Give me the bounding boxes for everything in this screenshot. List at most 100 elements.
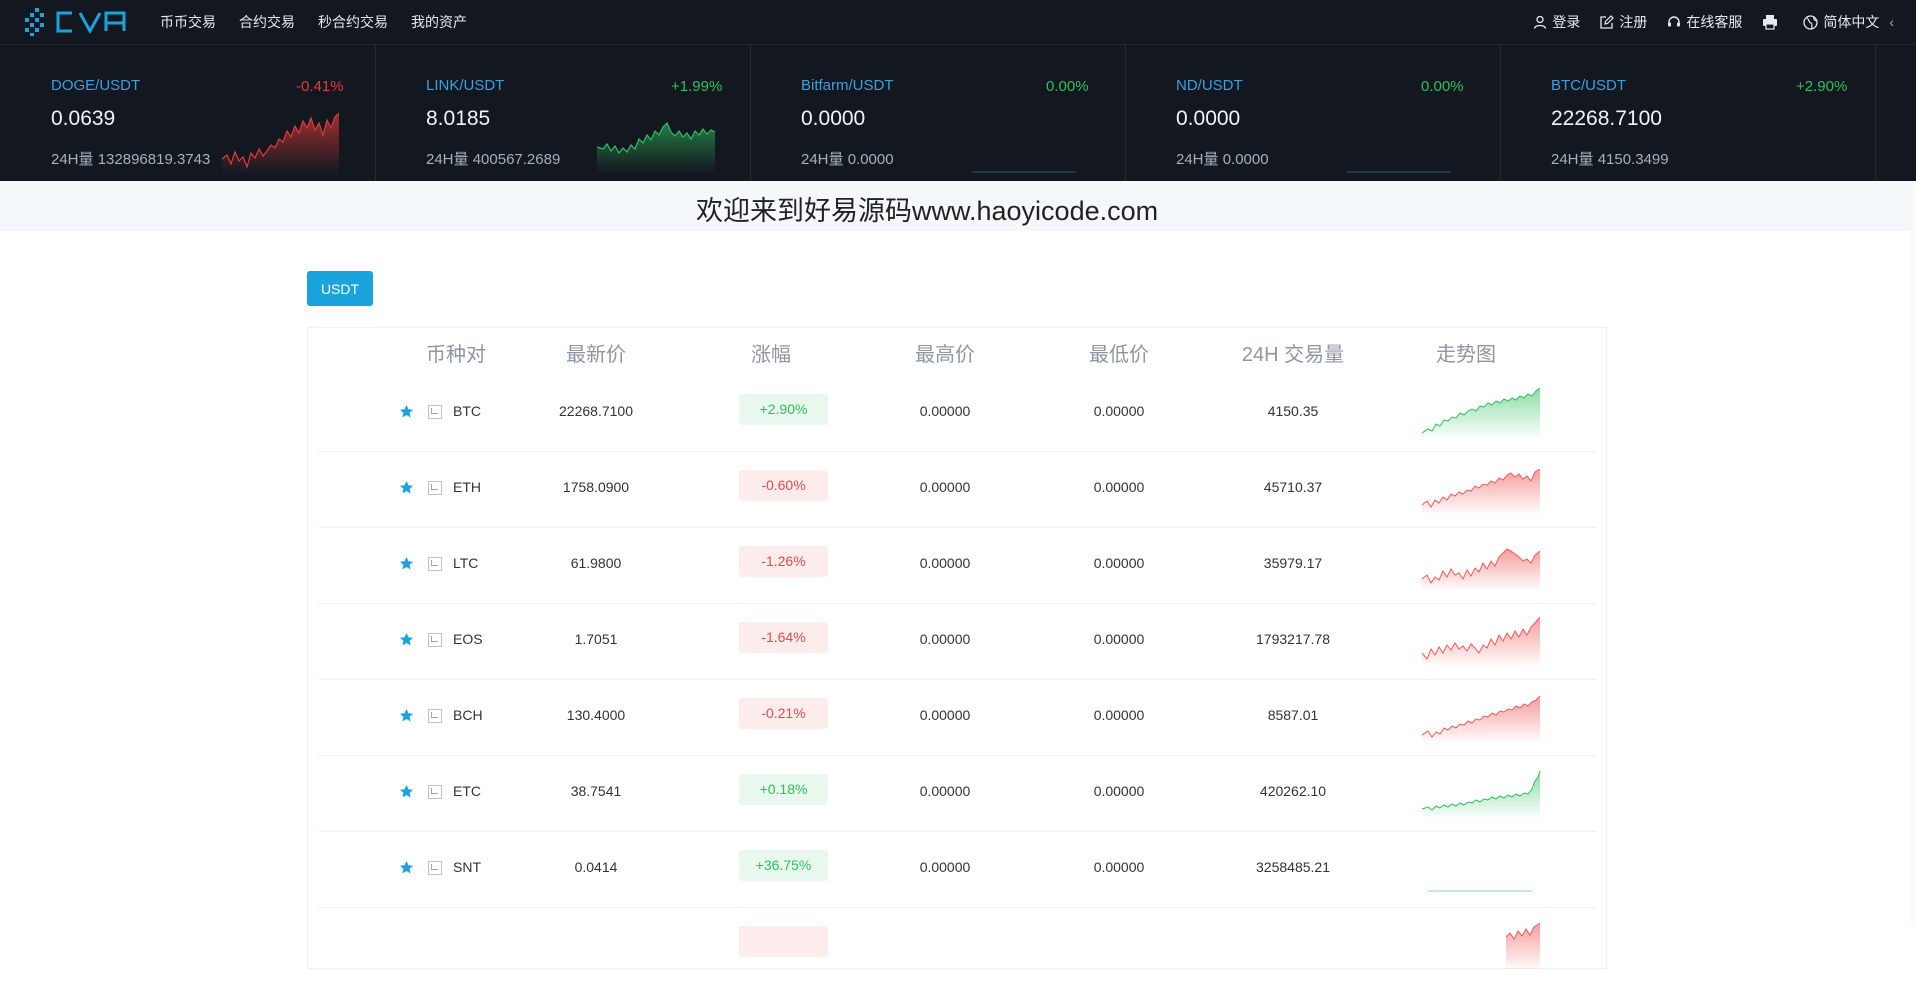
nav-contract-trading[interactable]: 合约交易: [239, 12, 295, 32]
globe-icon: [1803, 14, 1818, 30]
support-link[interactable]: 在线客服: [1667, 12, 1742, 32]
ticker-pair: LINK/USDT: [426, 77, 505, 94]
ticker-sparkline: [972, 171, 1076, 173]
coin-symbol: EOS: [453, 631, 483, 647]
ticker-change: +2.90%: [1796, 78, 1848, 95]
top-navbar: 币币交易 合约交易 秒合约交易 我的资产 登录 注册 在线客服 简体中文 ‹: [0, 0, 1916, 44]
star-icon[interactable]: [399, 404, 414, 419]
ticker-sparkline: [1347, 171, 1451, 173]
table-row[interactable]: ETC 38.7541 +0.18% 0.00000 0.00000 42026…: [318, 755, 1596, 832]
coin-image: [428, 709, 442, 723]
ticker-volume: 24H量 4150.3499: [1551, 151, 1669, 168]
volume: 4150.35: [1267, 403, 1319, 419]
ticker-change: 0.00%: [1046, 78, 1089, 95]
low-price: 0.00000: [1093, 707, 1145, 723]
login-label: 登录: [1552, 14, 1581, 30]
change-badge: +36.75%: [739, 850, 828, 881]
ticker-price: 8.0185: [426, 107, 491, 130]
table-row[interactable]: LTC 61.9800 -1.26% 0.00000 0.00000 35979…: [318, 527, 1596, 604]
trend-chart: [1422, 616, 1541, 665]
table-row-partial[interactable]: [318, 907, 1596, 983]
star-icon[interactable]: [399, 480, 414, 495]
ticker-pair: ND/USDT: [1176, 77, 1243, 94]
coin-symbol: ETC: [453, 783, 481, 799]
change-badge: -1.64%: [739, 622, 828, 653]
table-row[interactable]: BCH 130.4000 -0.21% 0.00000 0.00000 8587…: [318, 679, 1596, 756]
table-row[interactable]: ETH 1758.0900 -0.60% 0.00000 0.00000 457…: [318, 451, 1596, 528]
coin-image: [428, 481, 442, 495]
coin-image: [428, 785, 442, 799]
market-table-header: 币种对 最新价 涨幅 最高价 最低价 24H 交易量 走势图: [308, 328, 1606, 372]
quote-tab-usdt[interactable]: USDT: [307, 271, 373, 306]
nav-right-group: 登录 注册 在线客服 简体中文 ‹: [1513, 0, 1894, 44]
nav-second-contract[interactable]: 秒合约交易: [318, 12, 388, 32]
coin-symbol: BTC: [453, 403, 481, 419]
nav-spot-trading[interactable]: 币币交易: [160, 12, 216, 32]
coin-image: [428, 861, 442, 875]
welcome-text: 欢迎来到好易源码www.haoyicode.com: [696, 196, 1159, 226]
volume: 420262.10: [1259, 783, 1327, 799]
change-badge: -0.60%: [739, 470, 828, 501]
login-link[interactable]: 登录: [1533, 12, 1580, 32]
star-icon[interactable]: [399, 556, 414, 571]
page-scrollbar-track[interactable]: [1911, 181, 1916, 926]
star-icon[interactable]: [399, 860, 414, 875]
ticker-change: +1.99%: [671, 78, 723, 95]
market-table: 币种对 最新价 涨幅 最高价 最低价 24H 交易量 走势图 BTC 22268…: [307, 327, 1607, 969]
language-selector[interactable]: 简体中文 ‹: [1803, 12, 1894, 32]
headset-icon: [1668, 16, 1681, 27]
trend-chart: [1422, 468, 1541, 513]
change-badge: +0.18%: [739, 774, 828, 805]
high-price: 0.00000: [919, 859, 971, 875]
low-price: 0.00000: [1093, 555, 1145, 571]
coin-image: [428, 633, 442, 647]
trend-chart: [1422, 695, 1541, 741]
nav-my-assets[interactable]: 我的资产: [411, 12, 467, 32]
low-price: 0.00000: [1093, 631, 1145, 647]
header-last-price: 最新价: [566, 344, 626, 366]
star-icon[interactable]: [399, 708, 414, 723]
header-change: 涨幅: [751, 344, 791, 366]
coin-image: [428, 405, 442, 419]
logo[interactable]: [22, 7, 142, 37]
user-icon: [1534, 15, 1547, 29]
ticker-card-4[interactable]: BTC/USDT +2.90% 22268.7100 24H量 4150.349…: [1500, 45, 1876, 182]
high-price: 0.00000: [919, 707, 971, 723]
header-high: 最高价: [915, 344, 975, 366]
star-icon[interactable]: [399, 784, 414, 799]
ticker-volume: 24H量 132896819.3743: [51, 151, 211, 168]
volume: 3258485.21: [1256, 859, 1330, 875]
ticker-card-3[interactable]: ND/USDT 0.00% 0.0000 24H量 0.0000: [1125, 45, 1501, 182]
star-icon[interactable]: [399, 632, 414, 647]
trend-chart: [1505, 922, 1541, 969]
header-volume: 24H 交易量: [1241, 344, 1345, 366]
trend-chart: [1422, 770, 1541, 817]
ticker-volume: 24H量 0.0000: [1176, 151, 1269, 168]
app-download-button[interactable]: [1762, 14, 1783, 30]
register-link[interactable]: 注册: [1600, 12, 1647, 32]
printer-icon: [1763, 15, 1778, 30]
low-price: 0.00000: [1093, 403, 1145, 419]
table-row[interactable]: SNT 0.0414 +36.75% 0.00000 0.00000 32584…: [318, 831, 1596, 908]
ticker-card-2[interactable]: Bitfarm/USDT 0.00% 0.0000 24H量 0.0000: [750, 45, 1126, 182]
logo-wordmark: [56, 11, 126, 35]
table-row[interactable]: BTC 22268.7100 +2.90% 0.00000 0.00000 41…: [318, 375, 1596, 452]
ticker-price: 0.0000: [1176, 107, 1241, 130]
low-price: 0.00000: [1093, 479, 1145, 495]
support-label: 在线客服: [1686, 14, 1743, 30]
ticker-card-0[interactable]: DOGE/USDT -0.41% 0.0639 24H量 132896819.3…: [0, 45, 376, 182]
volume: 35979.17: [1263, 555, 1323, 571]
coin-symbol: BCH: [453, 707, 483, 723]
edit-icon: [1600, 15, 1615, 29]
trend-chart: [1422, 387, 1541, 437]
ticker-volume: 24H量 0.0000: [801, 151, 894, 168]
last-price: 0.0414: [574, 859, 618, 875]
high-price: 0.00000: [919, 479, 971, 495]
trend-chart: [1428, 890, 1532, 892]
change-badge: -1.26%: [739, 546, 828, 577]
header-trend: 走势图: [1436, 344, 1496, 366]
header-low: 最低价: [1089, 344, 1149, 366]
ticker-card-1[interactable]: LINK/USDT +1.99% 8.0185 24H量 400567.2689: [375, 45, 751, 182]
table-row[interactable]: EOS 1.7051 -1.64% 0.00000 0.00000 179321…: [318, 603, 1596, 680]
ticker-change: 0.00%: [1421, 78, 1464, 95]
